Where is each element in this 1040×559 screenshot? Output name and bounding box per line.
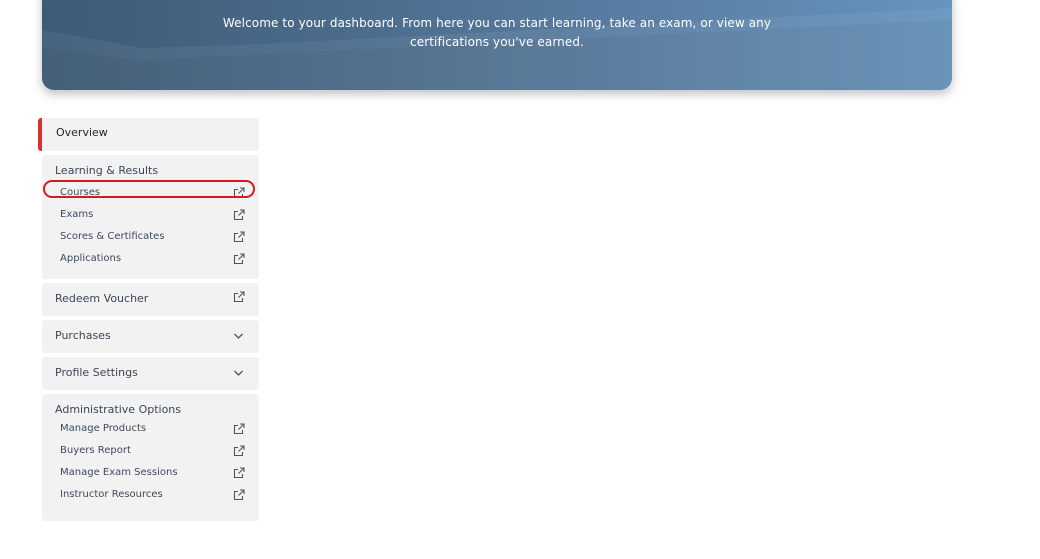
external-link-icon xyxy=(233,445,245,457)
external-link-icon xyxy=(233,467,245,479)
sidebar-item-exams[interactable]: Exams xyxy=(42,204,259,226)
administrative-options-section: Administrative Options Manage Products B… xyxy=(42,394,259,521)
learning-results-section: Learning & Results Courses Exams Scores … xyxy=(42,155,259,279)
sidebar-item-manage-exam-sessions[interactable]: Manage Exam Sessions xyxy=(42,462,259,484)
sidebar-item-applications[interactable]: Applications xyxy=(42,248,259,270)
sidebar-item-label: Manage Products xyxy=(60,423,147,434)
sidebar-item-label: Overview xyxy=(56,126,108,139)
sidebar-item-label: Courses xyxy=(60,187,101,198)
sidebar-item-instructor-resources[interactable]: Instructor Resources xyxy=(42,484,259,506)
sidebar-item-scores-certificates[interactable]: Scores & Certificates xyxy=(42,226,259,248)
welcome-message: Welcome to your dashboard. From here you… xyxy=(222,16,772,49)
sidebar-item-purchases[interactable]: Purchases xyxy=(42,320,259,353)
sidebar-item-courses[interactable]: Courses xyxy=(42,182,259,204)
section-title: Learning & Results xyxy=(55,164,159,177)
section-title: Administrative Options xyxy=(55,403,182,416)
chevron-down-icon xyxy=(234,333,243,339)
external-link-icon xyxy=(233,291,245,303)
external-link-icon xyxy=(233,231,245,243)
external-link-icon xyxy=(233,253,245,265)
dashboard-banner: Welcome to your dashboard. From here you… xyxy=(42,0,952,90)
sidebar-item-label: Profile Settings xyxy=(55,366,138,379)
sidebar-item-label: Exams xyxy=(60,209,94,220)
sidebar-item-label: Applications xyxy=(60,253,122,264)
sidebar-item-label: Scores & Certificates xyxy=(60,231,165,242)
sidebar-item-overview[interactable]: Overview xyxy=(38,118,259,151)
sidebar-item-label: Instructor Resources xyxy=(60,489,163,500)
sidebar-item-label: Redeem Voucher xyxy=(55,292,149,305)
sidebar-item-manage-products[interactable]: Manage Products xyxy=(42,418,259,440)
external-link-icon xyxy=(233,489,245,501)
external-link-icon xyxy=(233,209,245,221)
sidebar-item-profile-settings[interactable]: Profile Settings xyxy=(42,357,259,390)
sidebar-item-label: Buyers Report xyxy=(60,445,131,456)
dashboard-sidebar: Overview Learning & Results Courses Exam… xyxy=(38,118,259,525)
sidebar-item-buyers-report[interactable]: Buyers Report xyxy=(42,440,259,462)
sidebar-item-redeem-voucher[interactable]: Redeem Voucher xyxy=(42,283,259,316)
sidebar-item-label: Purchases xyxy=(55,329,111,342)
external-link-icon xyxy=(233,187,245,199)
sidebar-item-label: Manage Exam Sessions xyxy=(60,467,178,478)
external-link-icon xyxy=(233,423,245,435)
chevron-down-icon xyxy=(234,370,243,376)
